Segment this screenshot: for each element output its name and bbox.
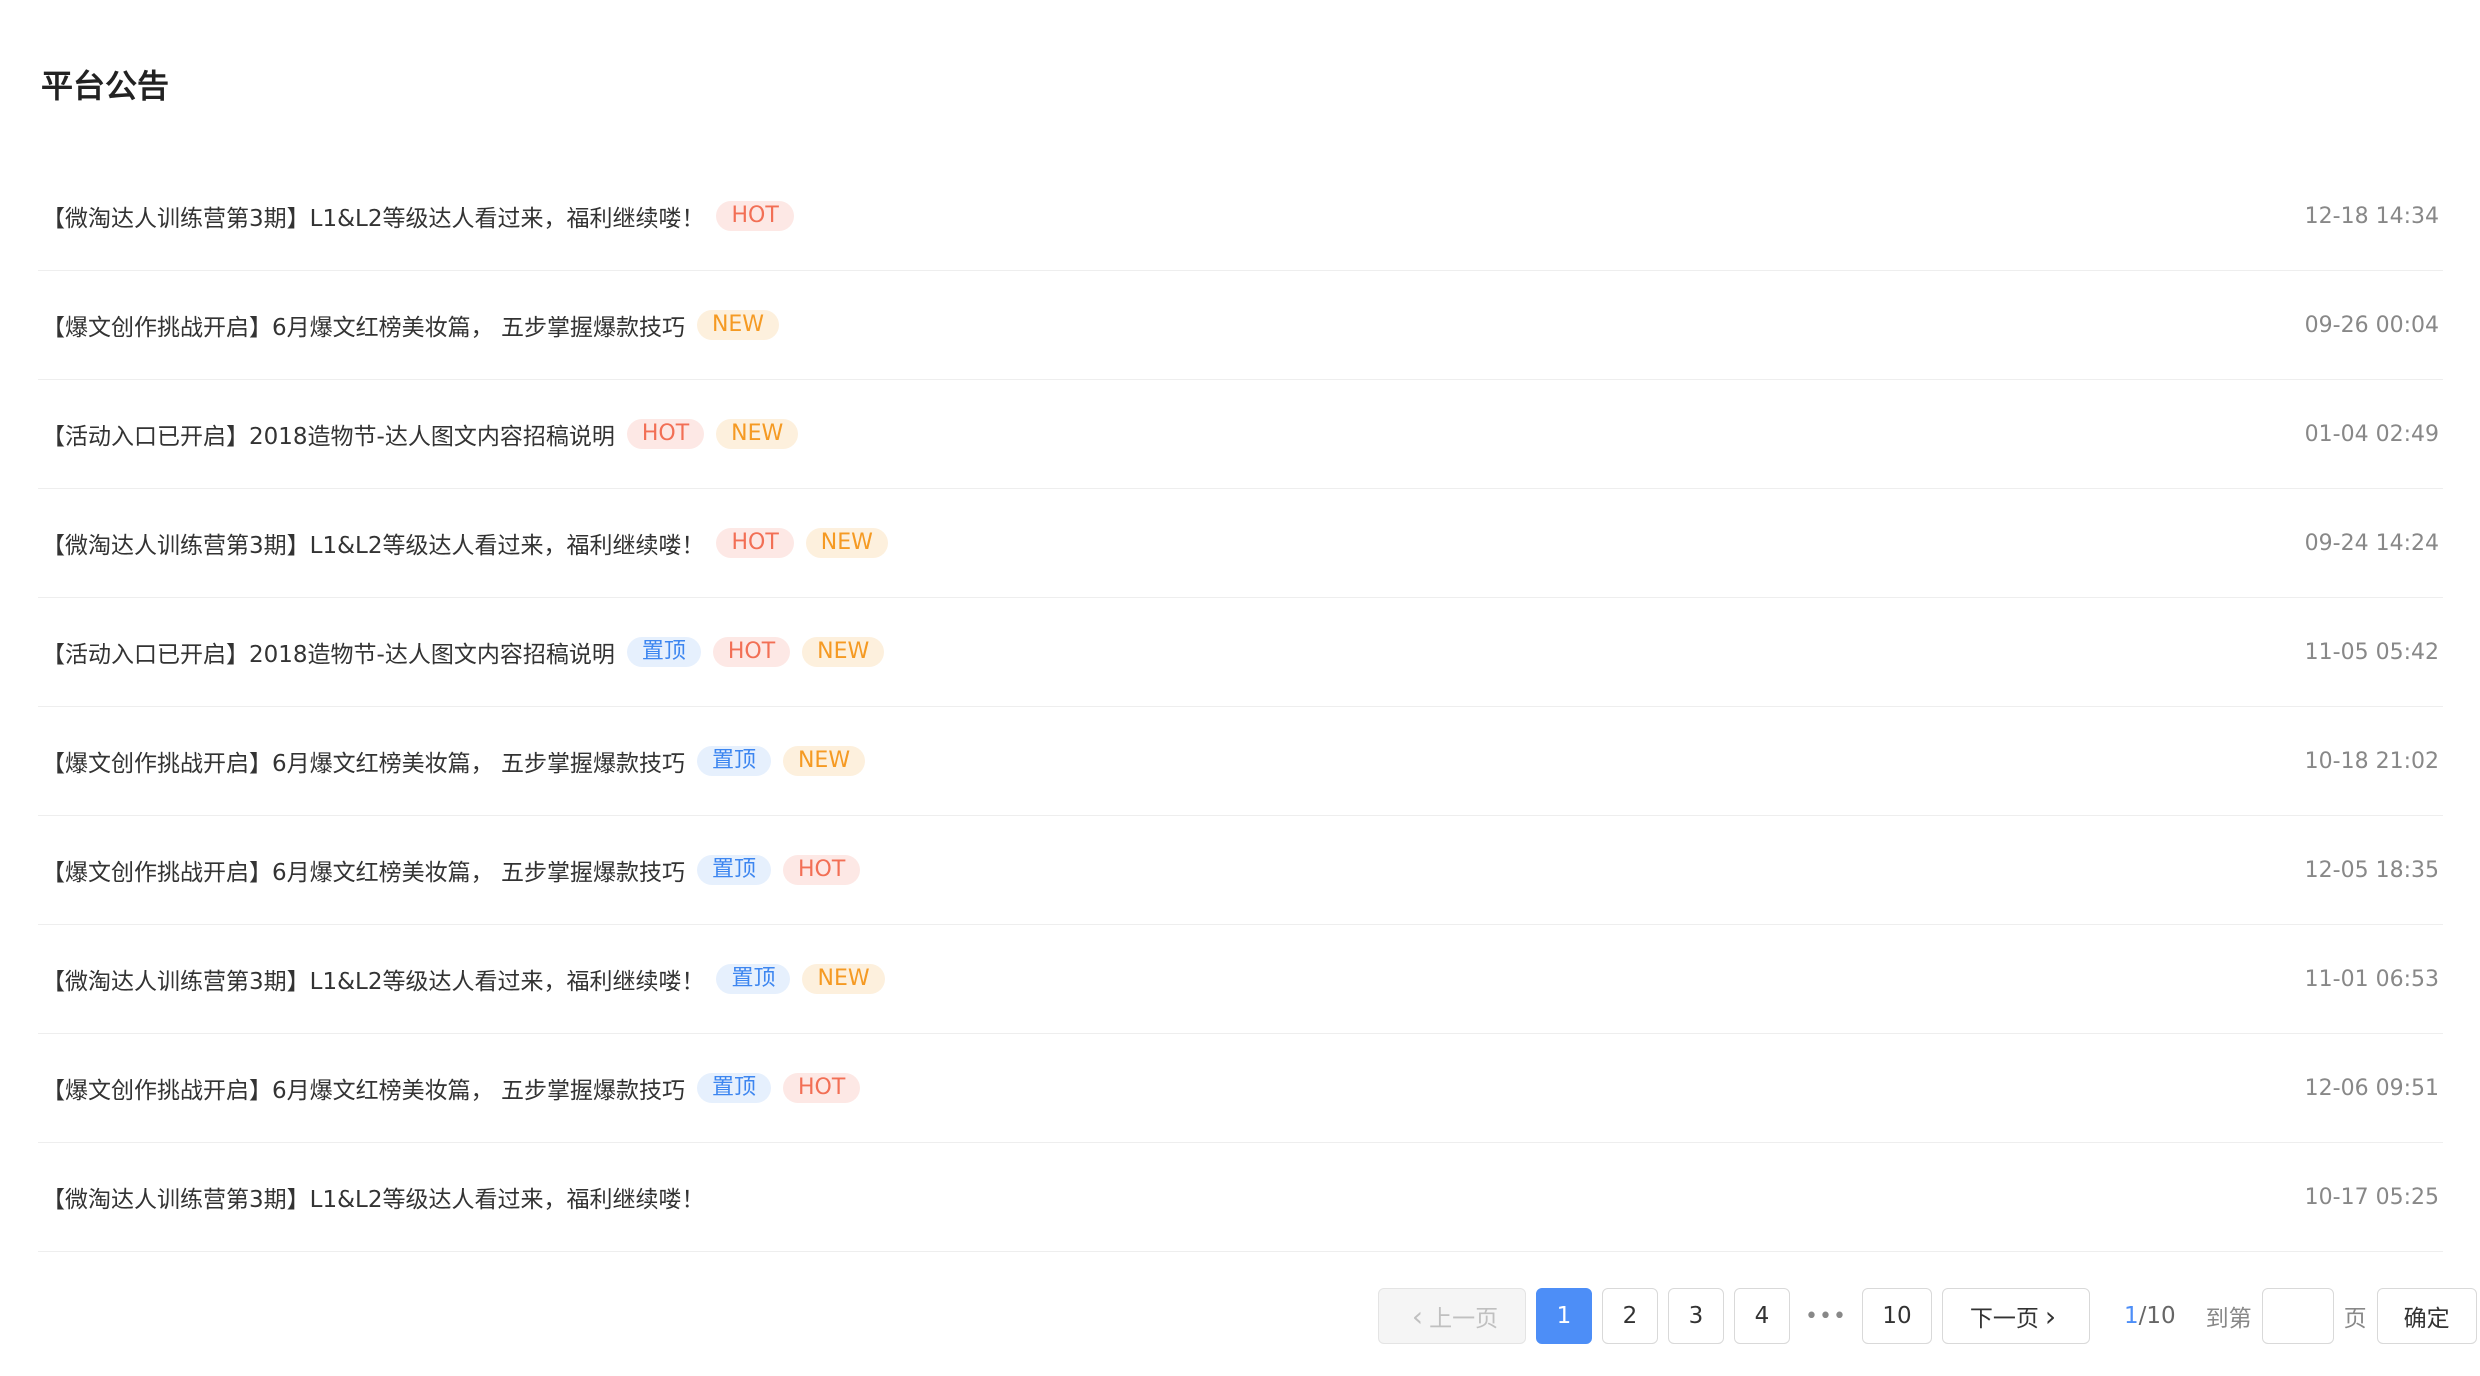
list-item[interactable]: 【活动入口已开启】2018造物节-达人图文内容招稿说明 置顶 HOT NEW 11-05… — [38, 598, 2443, 707]
announcement-time: 10-17 05:25 — [2304, 1184, 2439, 1210]
page-button-1[interactable]: 1 — [1536, 1288, 1592, 1344]
confirm-button[interactable]: 确定 — [2376, 1288, 2477, 1344]
pagination: ‹ 上一页 1 2 3 4 ••• 10 下一页 › 1/10 到第 页 确定 — [1378, 1288, 2477, 1344]
announcement-time: 12-05 18:35 — [2304, 857, 2439, 883]
page-button-10[interactable]: 10 — [1862, 1288, 1932, 1344]
list-item-main: 【活动入口已开启】2018造物节-达人图文内容招稿说明 置顶 HOT NEW — [42, 635, 885, 669]
new-badge: NEW — [802, 964, 885, 994]
announcement-time: 12-06 09:51 — [2304, 1075, 2439, 1101]
list-item-main: 【爆文创作挑战开启】6月爆文红榜美妆篇， 五步掌握爆款技巧 NEW — [42, 308, 780, 342]
new-badge: NEW — [805, 528, 888, 558]
announcement-time: 09-26 00:04 — [2304, 312, 2439, 338]
goto-page-input[interactable] — [2261, 1288, 2334, 1344]
announcement-title[interactable]: 【爆文创作挑战开启】6月爆文红榜美妆篇， 五步掌握爆款技巧 — [42, 744, 685, 778]
top-badge: 置顶 — [696, 746, 771, 776]
list-item[interactable]: 【活动入口已开启】2018造物节-达人图文内容招稿说明 HOT NEW 01-04 0… — [38, 380, 2443, 489]
announcement-title[interactable]: 【微淘达人训练营第3期】L1&L2等级达人看过来，福利继续喽！ — [42, 962, 704, 996]
new-badge: NEW — [782, 746, 866, 776]
list-item-main: 【微淘达人训练营第3期】L1&L2等级达人看过来，福利继续喽！ 置顶 NEW — [42, 962, 885, 996]
announcement-time: 09-24 14:24 — [2304, 530, 2439, 556]
hot-badge: HOT — [782, 1073, 861, 1103]
list-item-main: 【微淘达人训练营第3期】L1&L2等级达人看过来，福利继续喽！ HOT NEW — [42, 526, 888, 560]
announcement-time: 01-04 02:49 — [2304, 421, 2439, 447]
announcement-title[interactable]: 【微淘达人训练营第3期】L1&L2等级达人看过来，福利继续喽！ — [42, 199, 704, 233]
new-badge: NEW — [716, 419, 799, 449]
list-item[interactable]: 【爆文创作挑战开启】6月爆文红榜美妆篇， 五步掌握爆款技巧 置顶 HOT 12-06 … — [38, 1034, 2443, 1143]
more-pages-icon[interactable]: ••• — [1800, 1304, 1852, 1329]
list-item[interactable]: 【爆文创作挑战开启】6月爆文红榜美妆篇， 五步掌握爆款技巧 NEW 09-26 00… — [38, 271, 2443, 380]
announcement-time: 11-05 05:42 — [2304, 639, 2439, 665]
chevron-right-icon: › — [2044, 1299, 2057, 1333]
hot-badge: HOT — [712, 637, 791, 667]
goto-label: 到第 — [2205, 1306, 2252, 1332]
hot-badge: HOT — [626, 419, 705, 449]
list-item-main: 【爆文创作挑战开启】6月爆文红榜美妆篇， 五步掌握爆款技巧 置顶 HOT — [42, 853, 861, 887]
list-item[interactable]: 【微淘达人训练营第3期】L1&L2等级达人看过来，福利继续喽！ 置顶 NEW 11-0… — [38, 925, 2443, 1034]
announcement-title[interactable]: 【爆文创作挑战开启】6月爆文红榜美妆篇， 五步掌握爆款技巧 — [42, 853, 685, 887]
top-badge: 置顶 — [696, 1073, 771, 1103]
list-item[interactable]: 【微淘达人训练营第3期】L1&L2等级达人看过来，福利继续喽！ HOT 12-18 … — [38, 162, 2443, 271]
page-button-4[interactable]: 4 — [1734, 1288, 1790, 1344]
announcement-time: 11-01 06:53 — [2304, 966, 2439, 992]
list-item-main: 【活动入口已开启】2018造物节-达人图文内容招稿说明 HOT NEW — [42, 417, 799, 451]
hot-badge: HOT — [782, 855, 861, 885]
hot-badge: HOT — [716, 201, 794, 231]
page-button-2[interactable]: 2 — [1602, 1288, 1658, 1344]
next-page-button[interactable]: 下一页 › — [1942, 1288, 2090, 1344]
top-badge: 置顶 — [696, 855, 771, 885]
prev-page-label: 上一页 — [1429, 1306, 1499, 1332]
hot-badge: HOT — [716, 528, 794, 558]
list-item-main: 【微淘达人训练营第3期】L1&L2等级达人看过来，福利继续喽！ HOT — [42, 199, 794, 233]
list-item[interactable]: 【微淘达人训练营第3期】L1&L2等级达人看过来，福利继续喽！ HOT NEW 09-… — [38, 489, 2443, 598]
page-unit-label: 页 — [2343, 1306, 2367, 1332]
announcement-title[interactable]: 【爆文创作挑战开启】6月爆文红榜美妆篇， 五步掌握爆款技巧 — [42, 308, 685, 342]
list-item-main: 【爆文创作挑战开启】6月爆文红榜美妆篇， 五步掌握爆款技巧 置顶 HOT — [42, 1071, 861, 1105]
announcement-title[interactable]: 【微淘达人训练营第3期】L1&L2等级达人看过来，福利继续喽！ — [42, 1180, 704, 1214]
top-badge: 置顶 — [716, 964, 791, 994]
announcement-title[interactable]: 【活动入口已开启】2018造物节-达人图文内容招稿说明 — [42, 635, 615, 669]
list-item[interactable]: 【爆文创作挑战开启】6月爆文红榜美妆篇， 五步掌握爆款技巧 置顶 HOT 12-05 … — [38, 816, 2443, 925]
current-page-number: 1 — [2124, 1303, 2139, 1329]
announcement-title[interactable]: 【活动入口已开启】2018造物节-达人图文内容招稿说明 — [42, 417, 615, 451]
announcement-time: 12-18 14:34 — [2304, 203, 2439, 229]
list-item[interactable]: 【爆文创作挑战开启】6月爆文红榜美妆篇， 五步掌握爆款技巧 置顶 NEW 10-18 … — [38, 707, 2443, 816]
announcement-list: 【微淘达人训练营第3期】L1&L2等级达人看过来，福利继续喽！ HOT 12-18 … — [38, 162, 2443, 1252]
new-badge: NEW — [696, 310, 780, 340]
page-indicator: 1/10 — [2124, 1303, 2176, 1329]
chevron-left-icon: ‹ — [1411, 1299, 1424, 1333]
page-title: 平台公告 — [41, 67, 170, 105]
announcement-page: 平台公告 【微淘达人训练营第3期】L1&L2等级达人看过来，福利继续喽！ HOT 1… — [0, 0, 2480, 1376]
announcement-title[interactable]: 【爆文创作挑战开启】6月爆文红榜美妆篇， 五步掌握爆款技巧 — [42, 1071, 685, 1105]
list-item-main: 【微淘达人训练营第3期】L1&L2等级达人看过来，福利继续喽！ — [42, 1180, 704, 1214]
list-item[interactable]: 【微淘达人训练营第3期】L1&L2等级达人看过来，福利继续喽！ 10-17 05:… — [38, 1143, 2443, 1252]
list-item-main: 【爆文创作挑战开启】6月爆文红榜美妆篇， 五步掌握爆款技巧 置顶 NEW — [42, 744, 866, 778]
next-page-label: 下一页 — [1969, 1306, 2039, 1332]
announcement-time: 10-18 21:02 — [2304, 748, 2439, 774]
page-button-3[interactable]: 3 — [1668, 1288, 1724, 1344]
announcement-title[interactable]: 【微淘达人训练营第3期】L1&L2等级达人看过来，福利继续喽！ — [42, 526, 704, 560]
prev-page-button[interactable]: ‹ 上一页 — [1378, 1288, 1526, 1344]
new-badge: NEW — [802, 637, 885, 667]
top-badge: 置顶 — [626, 637, 701, 667]
total-pages: /10 — [2138, 1303, 2176, 1329]
